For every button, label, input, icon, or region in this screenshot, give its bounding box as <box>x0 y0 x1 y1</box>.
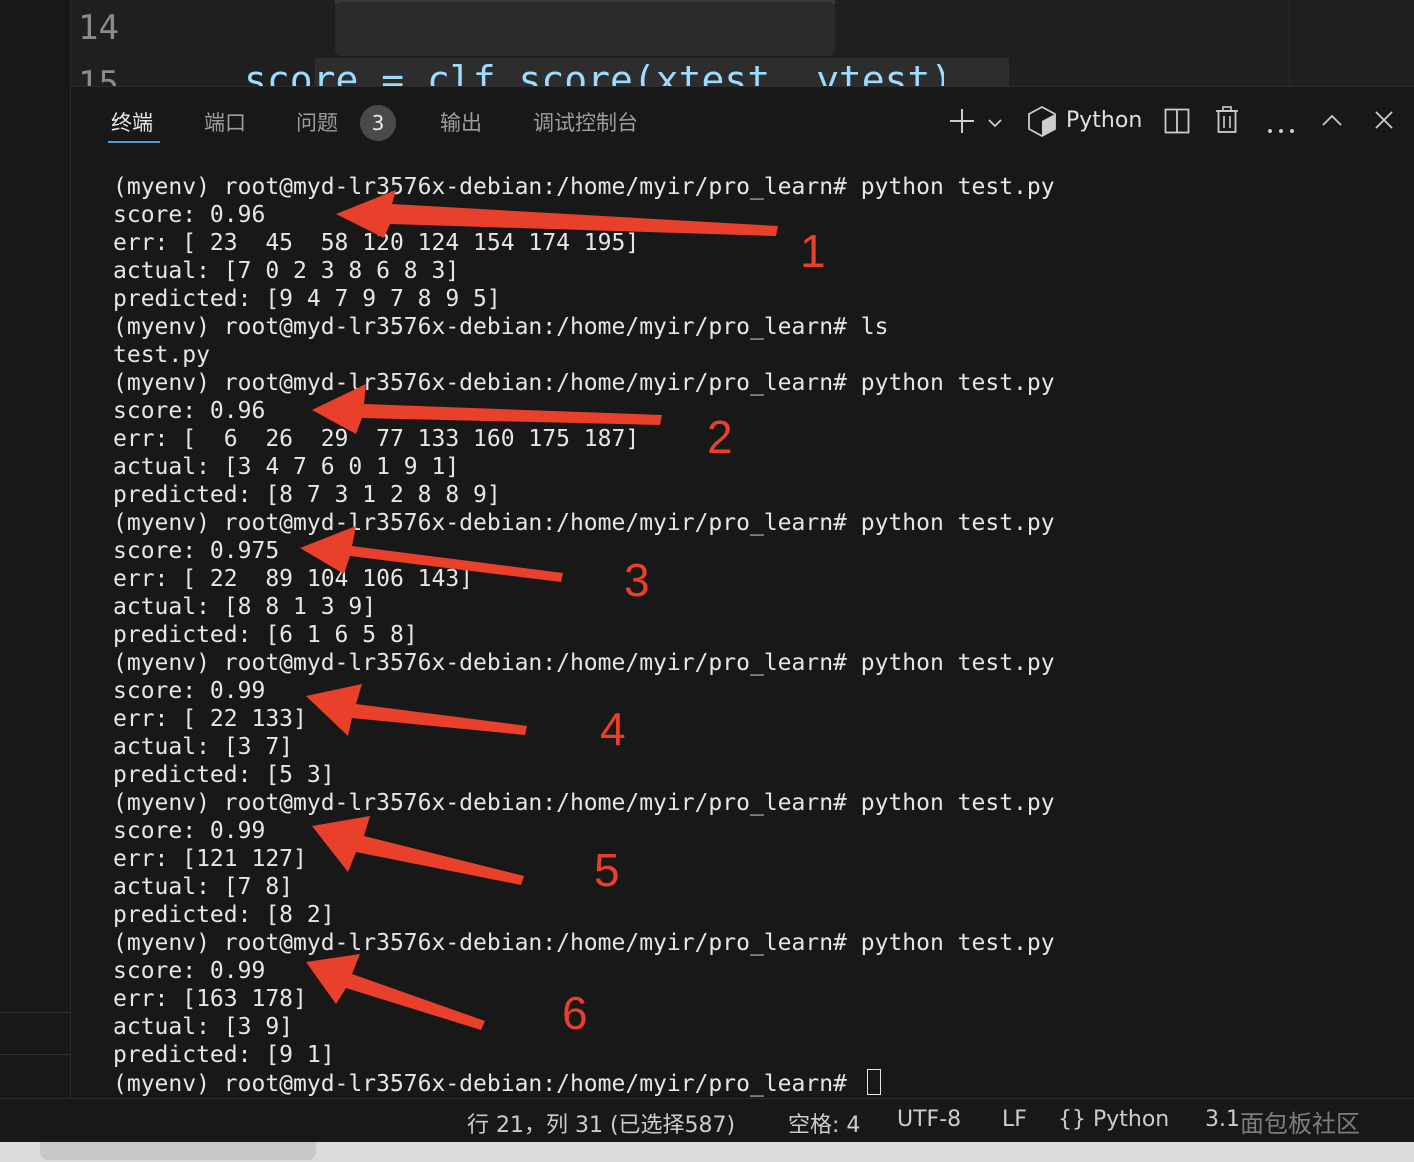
problems-count-badge: 3 <box>360 105 396 141</box>
watermark: 面包板社区 <box>1240 1111 1360 1138</box>
terminal-line: score: 0.96 <box>113 202 266 228</box>
terminal-line: predicted: [8 2] <box>113 902 335 928</box>
terminal-output[interactable]: (myenv) root@myd-lr3576x-debian:/home/my… <box>113 173 1055 1097</box>
ellipsis-icon <box>1268 129 1294 133</box>
plus-icon <box>950 109 974 133</box>
terminal-line: err: [121 127] <box>113 846 307 872</box>
language-mode[interactable]: {} Python <box>1058 1107 1169 1132</box>
trash-icon <box>1216 106 1238 133</box>
terminal-cursor <box>866 1069 881 1095</box>
more-actions-button[interactable] <box>1267 119 1295 138</box>
python-version[interactable]: 3.1 <box>1205 1107 1240 1132</box>
sidebar <box>0 0 71 1098</box>
line-number: 14 <box>78 8 119 48</box>
new-terminal-button[interactable] <box>948 107 976 135</box>
minimap[interactable] <box>1289 0 1414 86</box>
split-terminal-button[interactable] <box>1164 108 1190 138</box>
terminal-line: err: [ 23 45 58 120 124 154 174 195] <box>113 230 640 256</box>
panel-tabs: 终端 端口 问题 3 输出 调试控制台 Python <box>71 87 1414 157</box>
bottom-panel: 终端 端口 问题 3 输出 调试控制台 Python (myenv) root@… <box>71 86 1414 1099</box>
terminal-line: predicted: [9 1] <box>113 1042 335 1068</box>
terminal-line: actual: [7 8] <box>113 874 294 900</box>
bottom-tab <box>40 1142 316 1160</box>
terminal-line: err: [ 22 133] <box>113 706 307 732</box>
code-line-clip: score = clf.score(xtest, ytest) <box>244 58 944 86</box>
chevron-up-icon <box>1322 114 1342 126</box>
terminal-line: score: 0.99 <box>113 958 266 984</box>
close-panel-button[interactable] <box>1374 110 1394 134</box>
active-tab-indicator <box>108 141 160 143</box>
cursor-position[interactable]: 行 21，列 31 (已选择587) <box>467 1107 735 1139</box>
terminal-line: (myenv) root@myd-lr3576x-debian:/home/my… <box>113 314 889 340</box>
terminal-prompt-line: (myenv) root@myd-lr3576x-debian:/home/my… <box>113 1069 1055 1097</box>
annotation-label: 4 <box>600 703 626 755</box>
tab-ports[interactable]: 端口 <box>204 107 246 137</box>
terminal-line: score: 0.99 <box>113 678 266 704</box>
status-bar: 行 21，列 31 (已选择587) 空格: 4 UTF-8 LF {} Pyt… <box>0 1098 1414 1143</box>
terminal-line: (myenv) root@myd-lr3576x-debian:/home/my… <box>113 510 1055 536</box>
tab-problems[interactable]: 问题 <box>296 107 338 137</box>
terminal-line: (myenv) root@myd-lr3576x-debian:/home/my… <box>113 930 1055 956</box>
split-icon <box>1164 108 1190 134</box>
chevron-down-icon <box>988 119 1002 128</box>
sidebar-divider <box>0 1012 70 1013</box>
terminal-dropdown-button[interactable] <box>987 114 1003 133</box>
terminal-line: predicted: [8 7 3 1 2 8 8 9] <box>113 482 501 508</box>
code-line[interactable]: score = clf.score(xtest, ytest) <box>244 58 944 86</box>
annotation-label: 5 <box>594 844 620 896</box>
terminal-line: (myenv) root@myd-lr3576x-debian:/home/my… <box>113 790 1055 816</box>
cube-icon <box>1028 105 1056 137</box>
line-number: 15 <box>78 64 119 86</box>
terminal-line: err: [ 22 89 104 106 143] <box>113 566 474 592</box>
annotation-label: 1 <box>800 225 826 277</box>
indentation[interactable]: 空格: 4 <box>788 1107 860 1139</box>
tab-terminal[interactable]: 终端 <box>111 107 153 137</box>
editor-selection <box>335 2 835 56</box>
annotation-label: 3 <box>624 554 650 606</box>
close-icon <box>1375 111 1393 129</box>
terminal-profile[interactable]: Python <box>1027 105 1147 139</box>
terminal-line: score: 0.975 <box>113 538 280 564</box>
terminal-line: predicted: [9 4 7 9 7 8 9 5] <box>113 286 501 312</box>
terminal-line: actual: [3 7] <box>113 734 294 760</box>
terminal-line: actual: [3 4 7 6 0 1 9 1] <box>113 454 460 480</box>
terminal-line: (myenv) root@myd-lr3576x-debian:/home/my… <box>113 174 1055 200</box>
terminal-line: test.py <box>113 342 210 368</box>
terminal-profile-label: Python <box>1066 108 1143 133</box>
terminal-line: predicted: [6 1 6 5 8] <box>113 622 418 648</box>
terminal-line: actual: [8 8 1 3 9] <box>113 594 377 620</box>
terminal-line: (myenv) root@myd-lr3576x-debian:/home/my… <box>113 370 1055 396</box>
terminal-line: score: 0.96 <box>113 398 266 424</box>
terminal-prompt: (myenv) root@myd-lr3576x-debian:/home/my… <box>113 1071 861 1097</box>
end-of-line[interactable]: LF <box>1002 1107 1027 1132</box>
terminal-line: predicted: [5 3] <box>113 762 335 788</box>
annotation-label: 2 <box>707 411 733 463</box>
kill-terminal-button[interactable] <box>1215 106 1239 138</box>
annotation-label: 6 <box>562 987 588 1039</box>
terminal-line: err: [ 6 26 29 77 133 160 175 187] <box>113 426 640 452</box>
sidebar-divider <box>0 1054 70 1055</box>
terminal-line: (myenv) root@myd-lr3576x-debian:/home/my… <box>113 650 1055 676</box>
terminal-line: score: 0.99 <box>113 818 266 844</box>
encoding[interactable]: UTF-8 <box>897 1107 961 1132</box>
maximize-panel-button[interactable] <box>1321 112 1343 131</box>
tab-output[interactable]: 输出 <box>440 107 482 137</box>
terminal-line: actual: [7 0 2 3 8 6 8 3] <box>113 258 460 284</box>
tab-debug-console[interactable]: 调试控制台 <box>533 107 638 137</box>
